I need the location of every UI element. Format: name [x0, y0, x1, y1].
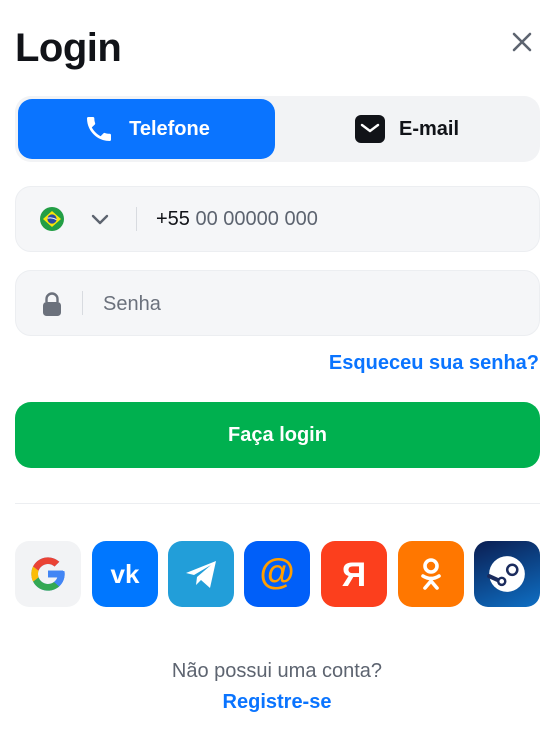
- close-icon[interactable]: [508, 28, 536, 56]
- no-account-text: Não possui uma conta?: [171, 660, 383, 682]
- odnoklassniki-icon: [421, 558, 441, 590]
- odnoklassniki-login-button[interactable]: [398, 541, 464, 607]
- lock-icon: [43, 292, 61, 316]
- svg-text:@: @: [259, 554, 294, 592]
- tab-phone[interactable]: Telefone: [18, 99, 275, 159]
- phone-field[interactable]: +55 00 00000 000: [15, 186, 540, 252]
- register-link[interactable]: Registre-se: [0, 688, 554, 716]
- mail-icon: [354, 115, 385, 143]
- login-method-tabs: Telefone E-mail: [15, 96, 540, 162]
- login-modal: Login Telefone E-mail +55 00 00000 000 E…: [0, 0, 554, 739]
- steam-login-button[interactable]: [474, 541, 540, 607]
- tab-email[interactable]: E-mail: [277, 99, 537, 159]
- field-separator: [82, 291, 83, 315]
- chevron-down-icon[interactable]: [90, 209, 110, 229]
- at-sign-icon: @: [259, 554, 294, 592]
- tab-phone-label: Telefone: [129, 117, 210, 140]
- phone-icon: [87, 117, 112, 141]
- field-separator: [136, 207, 137, 231]
- yandex-login-button[interactable]: Я: [321, 541, 387, 607]
- social-login-row: vk @ Я: [15, 541, 540, 607]
- mail-ru-login-button[interactable]: @: [244, 541, 310, 607]
- vk-login-button[interactable]: vk: [92, 541, 158, 607]
- forgot-password-link[interactable]: Esqueceu sua senha?: [329, 349, 539, 377]
- telegram-icon: [186, 561, 216, 588]
- yandex-icon: Я: [342, 556, 366, 594]
- svg-text:vk: vk: [111, 559, 140, 589]
- phone-placeholder: 00 00000 000: [195, 208, 318, 230]
- login-button[interactable]: Faça login: [15, 402, 540, 468]
- telegram-login-button[interactable]: [168, 541, 234, 607]
- phone-input[interactable]: +55 00 00000 000: [156, 205, 318, 233]
- page-title: Login: [15, 26, 122, 70]
- vk-icon: vk: [111, 559, 140, 589]
- google-icon: [31, 557, 65, 591]
- google-login-button[interactable]: [15, 541, 81, 607]
- country-code: +55: [156, 208, 190, 230]
- password-input[interactable]: [101, 285, 525, 323]
- tab-email-label: E-mail: [398, 117, 460, 140]
- svg-text:Я: Я: [342, 556, 366, 594]
- brazil-flag-icon: [40, 207, 64, 231]
- password-field[interactable]: [15, 270, 540, 336]
- steam-icon: [487, 556, 525, 592]
- divider: [15, 503, 540, 504]
